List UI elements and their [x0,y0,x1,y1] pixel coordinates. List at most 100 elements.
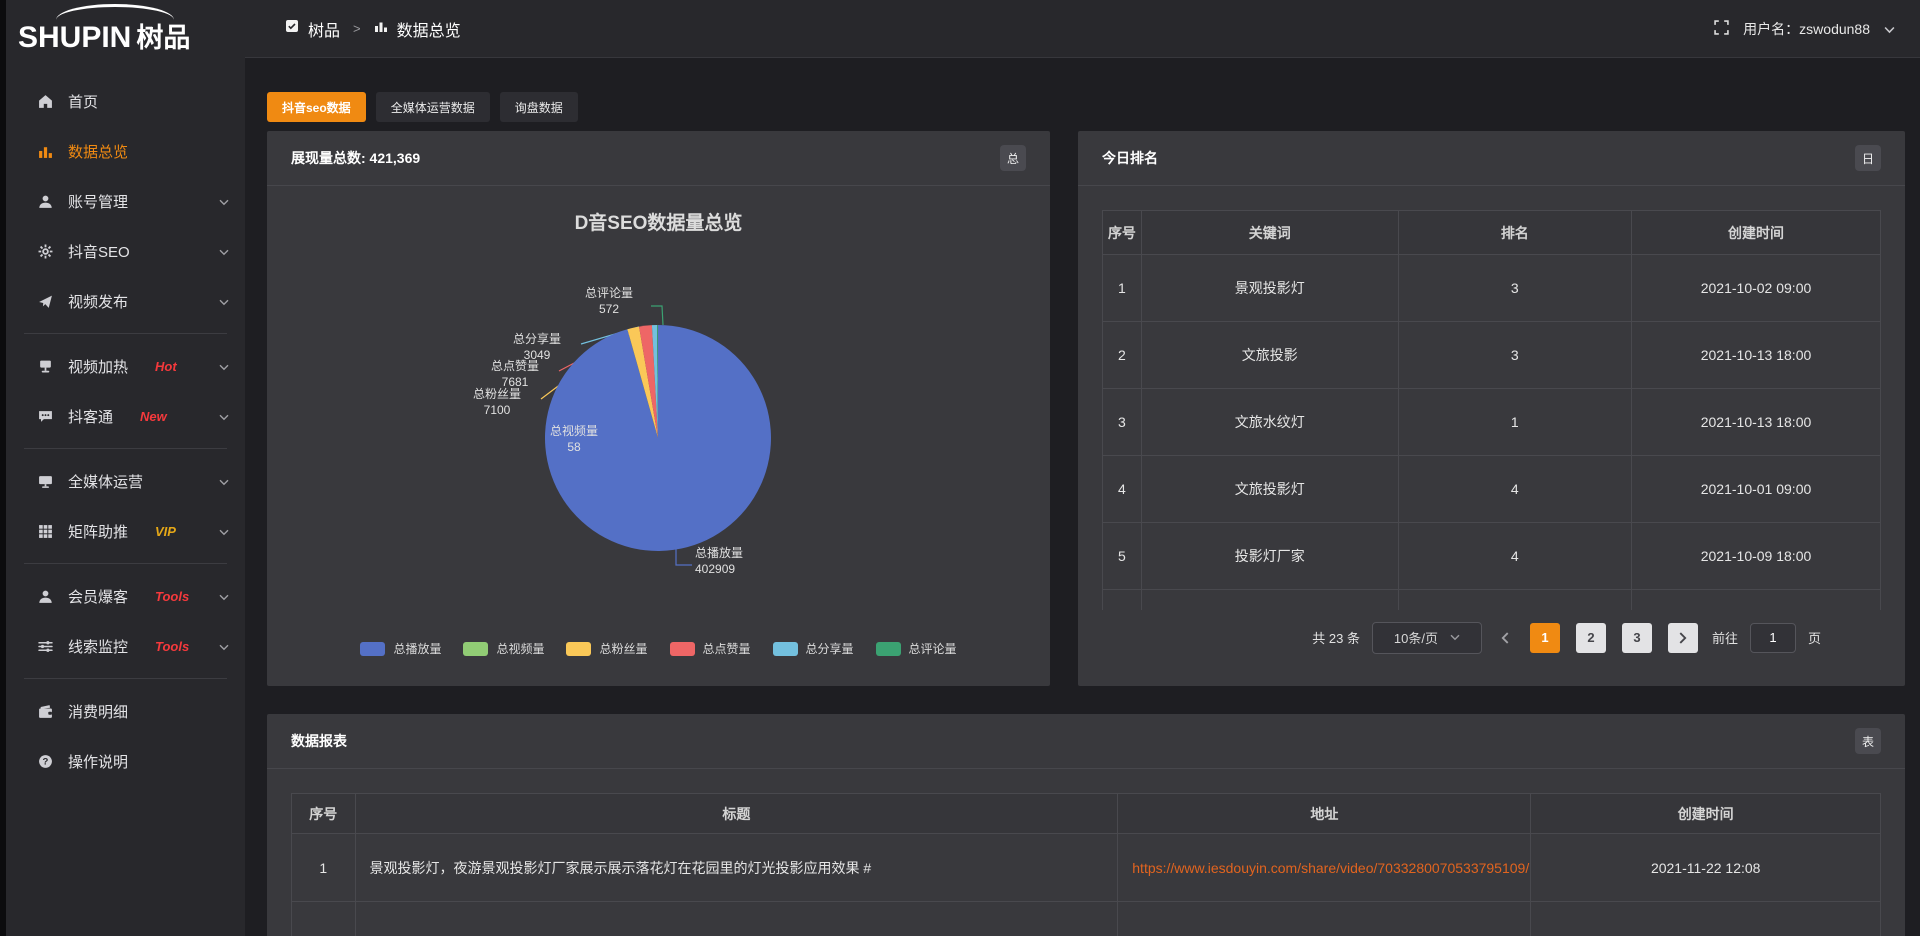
bar-chart-icon [374,19,388,38]
table-row: 4文旅投影灯42021-10-01 09:00 [1103,456,1881,523]
sidebar-item-label: 操作说明 [68,751,128,772]
tab-omni-media-data[interactable]: 全媒体运营数据 [376,92,490,122]
page-button-2[interactable]: 2 [1576,623,1606,653]
pie-label-video: 总视频量58 [529,424,619,455]
user-icon [38,194,53,209]
legend-item[interactable]: 总点赞量 [670,640,751,657]
legend-item[interactable]: 总评论量 [876,640,957,657]
pie-chart[interactable]: D音SEO数据量总览 总评论量572 总分享量3049 [267,186,1050,685]
sidebar-item-label: 抖音SEO [68,241,130,262]
fullscreen-icon[interactable] [1714,20,1729,38]
page-button-1[interactable]: 1 [1530,623,1560,653]
legend-swatch [463,642,488,656]
table-row: 3文旅水纹灯12021-10-13 18:00 [1103,389,1881,456]
column-header: 序号 [292,794,356,834]
goto-page-input[interactable] [1750,623,1796,653]
chart-panel: 展现量总数: 421,369 总 D音SEO数据量总览 [267,131,1050,686]
sidebar-item-consumption[interactable]: 消费明细 [6,686,245,736]
legend-swatch [876,642,901,656]
video-url-link[interactable]: https://www.iesdouyin.com/share/video/70… [1118,834,1531,902]
chart-panel-header: 展现量总数: 421,369 总 [267,131,1050,186]
legend-swatch [360,642,385,656]
pie-chart-svg[interactable] [267,186,1050,685]
grid-icon [38,524,53,539]
app-square-icon [285,19,299,38]
column-header: 创建时间 [1531,794,1881,834]
report-panel-header: 数据报表 表 [267,714,1905,769]
report-table: 序号 标题 地址 创建时间 1 景观投影灯，夜游景观投影灯厂家展示展示落花灯在花… [291,793,1881,936]
sidebar-item-omni-media[interactable]: 全媒体运营 [6,456,245,506]
sidebar-item-help[interactable]: ? 操作说明 [6,736,245,786]
rank-panel-title: 今日排名 [1102,148,1158,168]
table-row: 1景观投影灯32021-10-02 09:00 [1103,255,1881,322]
monitor-icon [38,474,53,489]
column-header: 创建时间 [1632,211,1881,255]
logo-text-en: SHUPIN [18,21,131,54]
legend-item[interactable]: 总播放量 [360,640,441,657]
goto-page-suffix: 页 [1808,628,1821,647]
legend-item[interactable]: 总粉丝量 [566,640,647,657]
breadcrumb-page: 数据总览 [397,17,461,41]
chevron-down-icon [219,243,229,260]
table-row-partial [292,902,1881,936]
chevron-down-icon [219,638,229,655]
username[interactable]: 用户名：zswodun88 [1743,19,1870,39]
sidebar-item-doketong[interactable]: 抖客通 New [6,391,245,441]
rank-panel-header: 今日排名 日 [1078,131,1905,186]
svg-text:?: ? [43,756,49,767]
home-icon [38,94,53,109]
goto-label: 前往 [1712,628,1738,647]
sidebar-item-label: 账号管理 [68,191,128,212]
vip-tag: VIP [155,524,176,539]
pagination-total: 共 23 条 [1312,628,1360,647]
chevron-down-icon [219,473,229,490]
main-area: 树品 > 数据总览 用户名：zswodun88 抖音seo数据 全媒体运营数据 … [245,0,1920,936]
sidebar-item-matrix-boost[interactable]: 矩阵助推 VIP [6,506,245,556]
chart-legend: 总播放量 总视频量 总粉丝量 总点赞量 总分享量 总评论量 [267,640,1050,657]
legend-swatch [773,642,798,656]
table-badge-button[interactable]: 表 [1855,728,1881,754]
app-root: SHUPIN树品 首页 数据总览 账号管理 抖音SEO [0,0,1920,936]
sidebar-item-account[interactable]: 账号管理 [6,176,245,226]
pie-label-play: 总播放量402909 [695,546,815,577]
tab-inquiry-data[interactable]: 询盘数据 [500,92,578,122]
logo[interactable]: SHUPIN树品 [6,0,245,62]
send-icon [38,294,53,309]
gear-icon [38,244,53,259]
sidebar-item-label: 抖客通 [68,406,113,427]
logo-text-cn: 树品 [136,23,190,53]
legend-swatch [670,642,695,656]
impressions-total: 展现量总数: 421,369 [291,148,420,168]
sidebar-item-data-overview[interactable]: 数据总览 [6,126,245,176]
chevron-down-icon[interactable] [1884,21,1895,37]
chevron-down-icon [219,408,229,425]
pagination: 共 23 条 10条/页 1 2 3 前往 页 [1078,622,1905,654]
sidebar-item-home[interactable]: 首页 [6,76,245,126]
column-header: 排名 [1398,211,1631,255]
member-icon [38,589,53,604]
column-header: 关键词 [1141,211,1398,255]
tab-douyin-seo-data[interactable]: 抖音seo数据 [267,92,366,122]
pie-label-like: 总点赞量7681 [473,359,557,390]
bar-chart-icon [38,144,53,159]
sidebar-item-video-publish[interactable]: 视频发布 [6,276,245,326]
sidebar-item-douyin-seo[interactable]: 抖音SEO [6,226,245,276]
next-page-button[interactable] [1668,623,1698,653]
sidebar-item-member-baoke[interactable]: 会员爆客 Tools [6,571,245,621]
sidebar-item-lead-monitor[interactable]: 线索监控 Tools [6,621,245,671]
page-size-select[interactable]: 10条/页 [1372,622,1482,654]
sidebar-item-label: 矩阵助推 [68,521,128,542]
page-button-3[interactable]: 3 [1622,623,1652,653]
breadcrumb-app[interactable]: 树品 [308,17,340,41]
wallet-icon [38,704,53,719]
day-badge-button[interactable]: 日 [1855,145,1881,171]
chevron-down-icon [219,193,229,210]
chevron-down-icon [219,588,229,605]
pie-label-comment: 总评论量572 [567,286,651,317]
column-header: 地址 [1118,794,1531,834]
total-badge-button[interactable]: 总 [1000,145,1026,171]
legend-item[interactable]: 总分享量 [773,640,854,657]
prev-page-button[interactable] [1494,632,1516,644]
sidebar-item-video-heat[interactable]: 视频加热 Hot [6,341,245,391]
legend-item[interactable]: 总视频量 [463,640,544,657]
